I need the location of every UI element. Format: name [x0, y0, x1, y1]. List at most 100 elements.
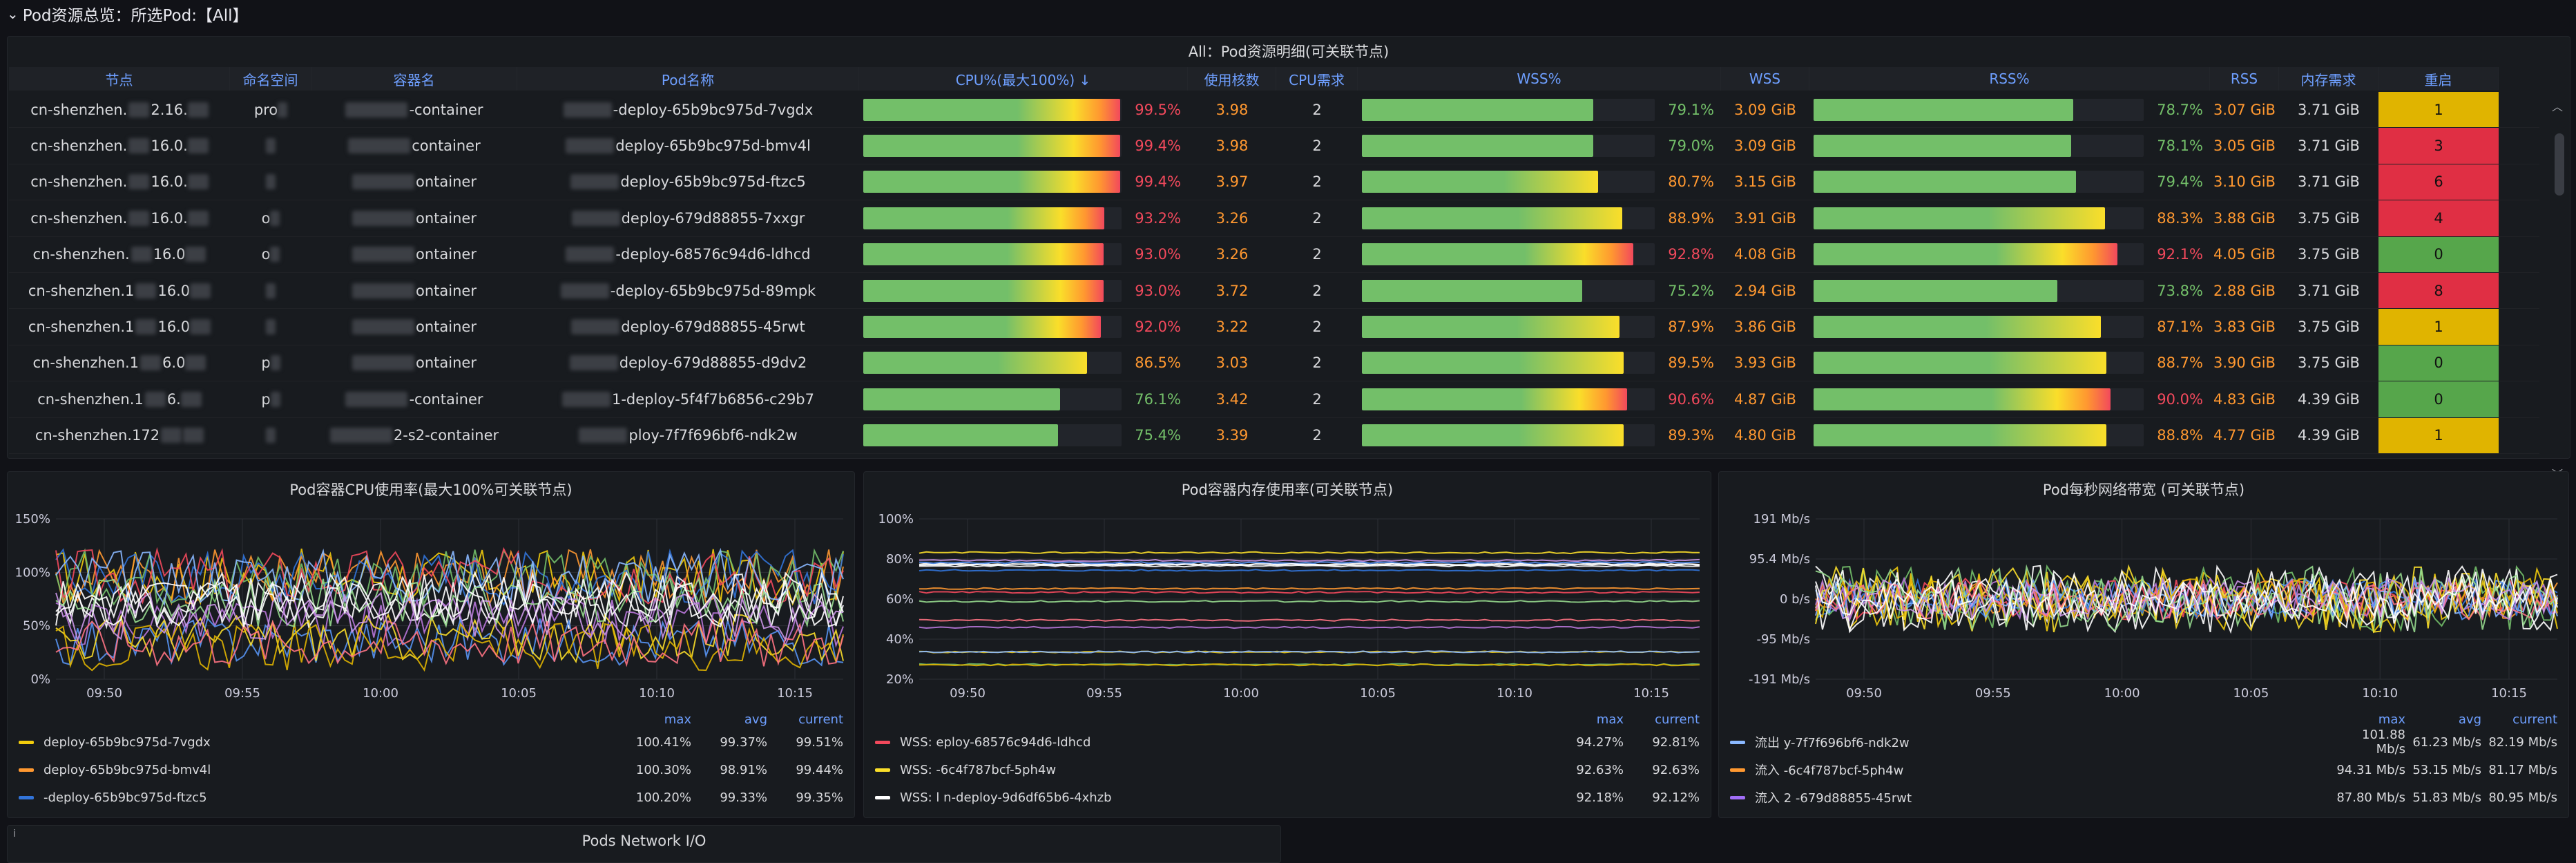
- legend-header-avg[interactable]: avg: [691, 712, 767, 727]
- legend-item[interactable]: WSS: -6c4f787bcf-5ph4w 92.63% 92.63%: [875, 756, 1700, 784]
- pod-name[interactable]: deploy-679d88855-7xxgr: [622, 210, 805, 227]
- container-name: ontainer: [416, 246, 477, 263]
- cpu-request: 2: [1312, 246, 1322, 263]
- gauge-track: [1814, 243, 2144, 266]
- column-header[interactable]: 使用核数: [1188, 67, 1276, 91]
- container-name: ontainer: [416, 354, 477, 372]
- cpu-request: 2: [1312, 209, 1322, 227]
- table-row[interactable]: cn-shenzhen.1 16.0 ontainer -deploy-65b9bc9…: [9, 272, 2539, 310]
- row-header[interactable]: ⌄ Pod资源总览：所选Pod:【All】: [7, 3, 248, 25]
- legend-header-max[interactable]: max: [615, 712, 691, 727]
- table-row[interactable]: cn-shenzhen.1 16.0 ontainer deploy-679d8885…: [9, 309, 2539, 345]
- column-header[interactable]: CPU%(最大100%) ↓: [859, 67, 1188, 91]
- namespace: pro: [253, 101, 278, 118]
- column-header[interactable]: 内存需求: [2279, 67, 2378, 91]
- gauge-track: [1814, 388, 2144, 410]
- x-tick-label: 10:05: [501, 686, 537, 701]
- restart-count: 1: [2378, 92, 2499, 128]
- scroll-up-icon[interactable]: ︿: [2552, 97, 2563, 114]
- column-header[interactable]: RSS: [2210, 67, 2279, 91]
- pod-name[interactable]: deploy-65b9bc975d-ftzc5: [620, 173, 805, 190]
- wss-value: 3.15 GiB: [1734, 173, 1796, 191]
- column-header[interactable]: 命名空间: [230, 67, 311, 91]
- cpu-usage-chart-panel: Pod容器CPU使用率(最大100%可关联节点) 150% 100% 50% 0% 09:…: [7, 471, 855, 818]
- cores-used: 3.26: [1215, 209, 1249, 227]
- y-tick-label: 100%: [878, 512, 914, 527]
- column-header[interactable]: Pod名称: [517, 67, 859, 91]
- gauge-track: [1362, 135, 1655, 158]
- legend-avg: 99.33%: [720, 790, 767, 805]
- legend-item[interactable]: WSS: l n-deploy-9d6df65b6-4xhzb 92.18% 92.…: [875, 784, 1700, 811]
- gauge-fill: [863, 352, 1087, 374]
- pod-name[interactable]: ploy-7f7f696bf6-ndk2w: [628, 427, 797, 444]
- gauge-fill: [1362, 279, 1582, 302]
- pod-name[interactable]: -deploy-65b9bc975d-7vgdx: [613, 102, 814, 118]
- gauge-fill: [1362, 171, 1599, 193]
- table-row[interactable]: cn-shenzhen.1 6. p -container 1-deploy-5f4f7…: [9, 381, 2539, 418]
- legend-header-max[interactable]: max: [2329, 712, 2405, 727]
- container-name: -container: [409, 390, 483, 408]
- column-header[interactable]: WSS%: [1358, 67, 1721, 91]
- series-line: [919, 618, 1700, 622]
- legend-item[interactable]: WSS: eploy-68576c94d6-ldhcd 94.27% 92.81%: [875, 728, 1700, 756]
- container-name: ontainer: [416, 319, 477, 336]
- pods-network-io-panel[interactable]: i Pods Network I/O: [7, 825, 1281, 863]
- x-tick-label: 10:00: [1223, 686, 1259, 701]
- legend-max: 87.80 Mb/s: [2336, 790, 2405, 805]
- legend-item[interactable]: 流入 -6c4f787bcf-5ph4w 94.31 Mb/s 53.15 Mb/s…: [1730, 756, 2557, 784]
- table-row[interactable]: cn-shenzhen.172 2-s2-container ploy-7f7f69…: [9, 417, 2539, 454]
- pod-name[interactable]: deploy-679d88855-45rwt: [621, 319, 805, 335]
- gauge-track: [1362, 171, 1655, 193]
- legend-current: 80.95 Mb/s: [2488, 790, 2557, 805]
- pod-name[interactable]: 1-deploy-5f4f7b6856-c29b7: [612, 391, 814, 408]
- legend-current: 99.51%: [796, 734, 843, 750]
- chevron-down-icon[interactable]: ⌄: [7, 6, 19, 22]
- table-row[interactable]: cn-shenzhen. 16.0. container deploy-65b9bc9…: [9, 128, 2539, 164]
- legend-header-current[interactable]: current: [767, 712, 843, 727]
- memory-request: 4.39 GiB: [2298, 427, 2360, 444]
- legend-header-avg[interactable]: avg: [2405, 712, 2481, 727]
- restart-count: 4: [2378, 200, 2499, 236]
- legend-item[interactable]: deploy-65b9bc975d-7vgdx 100.41% 99.37% 99.5…: [19, 728, 843, 756]
- table-scrollbar[interactable]: [2555, 133, 2564, 196]
- legend-item[interactable]: 流出 y-7f7f696bf6-ndk2w 101.88 Mb/s 61.23 Mb…: [1730, 728, 2557, 757]
- y-tick-label: 95.4 Mb/s: [1749, 552, 1810, 567]
- column-header[interactable]: 节点: [9, 67, 230, 91]
- namespace: p: [261, 354, 271, 372]
- x-tick-label: 09:55: [1086, 686, 1122, 701]
- gauge-track: [1362, 243, 1655, 266]
- legend-item[interactable]: deploy-65b9bc975d-bmv4l 100.30% 98.91% 99.4…: [19, 756, 843, 784]
- table-row[interactable]: cn-shenzhen. 2.16. pro -container -deploy-65…: [9, 92, 2539, 129]
- gauge-fill: [863, 171, 1120, 193]
- cores-used: 3.97: [1215, 173, 1249, 191]
- column-header[interactable]: 容器名: [311, 67, 517, 91]
- gauge-value: 75.2%: [1668, 282, 1714, 299]
- gauge-value: 76.1%: [1135, 390, 1181, 408]
- legend-header-current[interactable]: current: [1624, 712, 1700, 727]
- pod-name[interactable]: -deploy-68576c94d6-ldhcd: [615, 246, 810, 263]
- restart-count: 1: [2378, 309, 2499, 345]
- pod-name[interactable]: deploy-65b9bc975d-bmv4l: [615, 137, 811, 154]
- gauge-track: [1362, 98, 1655, 121]
- pod-name[interactable]: -deploy-65b9bc975d-89mpk: [611, 283, 816, 299]
- column-header[interactable]: RSS%: [1809, 67, 2210, 91]
- legend-header-current[interactable]: current: [2481, 712, 2557, 727]
- node-ip: 16.0: [157, 319, 191, 336]
- table-row[interactable]: cn-shenzhen. 16.0. o ontainer deploy-679d888…: [9, 200, 2539, 237]
- table-row[interactable]: cn-shenzhen. 16.0. ontainer deploy-65b9bc97…: [9, 164, 2539, 201]
- cores-used: 3.22: [1215, 319, 1249, 336]
- table-row[interactable]: cn-shenzhen.1 6.0 p ontainer deploy-679d8885…: [9, 345, 2539, 382]
- legend-item[interactable]: -deploy-65b9bc975d-ftzc5 100.20% 99.33% 99.…: [19, 784, 843, 811]
- legend-avg: 51.83 Mb/s: [2412, 790, 2481, 805]
- pod-name[interactable]: deploy-679d88855-d9dv2: [619, 354, 807, 371]
- legend-item[interactable]: 流入 2 -679d88855-45rwt 87.80 Mb/s 51.83 Mb/…: [1730, 784, 2557, 811]
- column-header[interactable]: 重启: [2378, 67, 2499, 91]
- legend-header-max[interactable]: max: [1548, 712, 1624, 727]
- legend-swatch: [19, 740, 34, 744]
- wss-value: 4.87 GiB: [1734, 390, 1796, 408]
- column-header[interactable]: CPU需求: [1276, 67, 1358, 91]
- table-row[interactable]: cn-shenzhen. 16.0 o ontainer -deploy-68576c9…: [9, 236, 2539, 273]
- legend-max: 100.20%: [635, 790, 691, 805]
- column-header[interactable]: WSS: [1721, 67, 1809, 91]
- legend-max: 94.27%: [1576, 734, 1624, 750]
